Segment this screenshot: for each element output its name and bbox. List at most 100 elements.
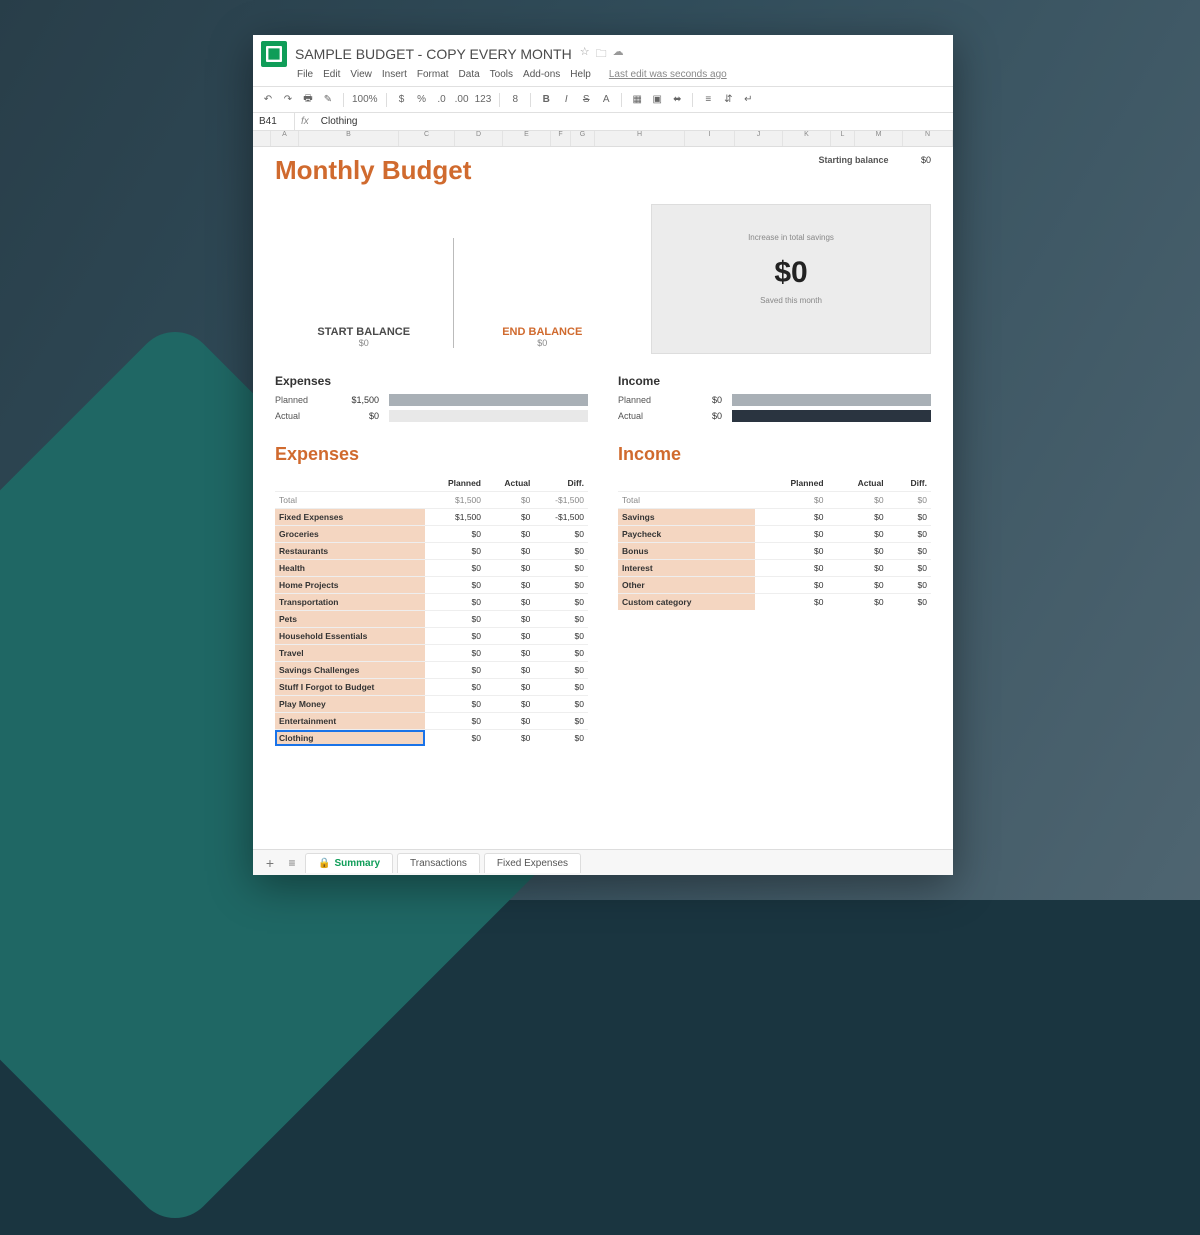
last-edit-note[interactable]: Last edit was seconds ago	[609, 69, 727, 80]
google-sheets-window: SAMPLE BUDGET - COPY EVERY MONTH ☆ 🗀 ☁ F…	[253, 35, 953, 875]
column-headers[interactable]: A B C D E F G H I J K L M N	[253, 131, 953, 147]
balance-summary: START BALANCE $0 END BALANCE $0	[275, 204, 631, 354]
income-bars-heading: Income	[618, 374, 931, 388]
move-icon[interactable]: 🗀	[596, 45, 607, 64]
tab-transactions[interactable]: Transactions	[397, 853, 480, 873]
tab-summary[interactable]: 🔒Summary	[305, 853, 393, 873]
exp-planned-bar	[389, 394, 588, 406]
italic-icon[interactable]: I	[559, 94, 573, 105]
table-row[interactable]: Entertainment$0$0$0	[275, 713, 588, 730]
income-table[interactable]: Planned Actual Diff. Total$0$0$0Savings$…	[618, 475, 931, 610]
table-row[interactable]: Clothing$0$0$0	[275, 730, 588, 747]
table-row[interactable]: Paycheck$0$0$0	[618, 526, 931, 543]
income-table-section: Income Planned Actual Diff. Total$0$0$0S…	[618, 444, 931, 746]
table-row[interactable]: Savings Challenges$0$0$0	[275, 662, 588, 679]
menu-file[interactable]: File	[297, 69, 313, 80]
sheet-content[interactable]: Monthly Budget Starting balance $0 START…	[253, 147, 953, 849]
zoom-select[interactable]: 100%	[352, 94, 378, 105]
table-row[interactable]: Other$0$0$0	[618, 577, 931, 594]
savings-bottom-label: Saved this month	[662, 296, 920, 305]
table-row[interactable]: Interest$0$0$0	[618, 560, 931, 577]
exp-actual-value: $0	[333, 411, 379, 421]
menu-insert[interactable]: Insert	[382, 69, 407, 80]
font-size-select[interactable]: 8	[508, 94, 522, 105]
expenses-table[interactable]: Planned Actual Diff. Total$1,500$0-$1,50…	[275, 475, 588, 746]
table-row[interactable]: Custom category$0$0$0	[618, 594, 931, 611]
exp-planned-value: $1,500	[333, 395, 379, 405]
redo-icon[interactable]: ↷	[281, 94, 295, 105]
end-balance-label: END BALANCE	[462, 326, 624, 338]
expenses-table-section: Expenses Planned Actual Diff. Total$1,50…	[275, 444, 588, 746]
wrap-icon[interactable]: ↵	[741, 94, 755, 105]
table-row[interactable]: Groceries$0$0$0	[275, 526, 588, 543]
percent-icon[interactable]: %	[415, 94, 429, 105]
currency-icon[interactable]: $	[395, 94, 409, 105]
dec-increase-icon[interactable]: .00	[455, 94, 469, 105]
title-bar: SAMPLE BUDGET - COPY EVERY MONTH ☆ 🗀 ☁	[253, 35, 953, 69]
tab-fixed-expenses[interactable]: Fixed Expenses	[484, 853, 581, 873]
add-sheet-icon[interactable]: +	[261, 855, 279, 871]
exp-actual-bar	[389, 410, 588, 422]
table-row[interactable]: Stuff I Forgot to Budget$0$0$0	[275, 679, 588, 696]
menu-tools[interactable]: Tools	[490, 69, 513, 80]
document-title[interactable]: SAMPLE BUDGET - COPY EVERY MONTH	[295, 46, 572, 62]
savings-amount: $0	[662, 256, 920, 290]
lock-icon: 🔒	[318, 858, 330, 869]
sheet-tabs: + ≡ 🔒Summary Transactions Fixed Expenses	[253, 849, 953, 875]
expenses-table-heading: Expenses	[275, 444, 588, 465]
menu-data[interactable]: Data	[459, 69, 480, 80]
savings-top-label: Increase in total savings	[662, 233, 920, 242]
table-row[interactable]: Health$0$0$0	[275, 560, 588, 577]
dec-decrease-icon[interactable]: .0	[435, 94, 449, 105]
fill-color-icon[interactable]: ▦	[630, 94, 644, 105]
table-row[interactable]: Household Essentials$0$0$0	[275, 628, 588, 645]
print-icon[interactable]: 🖶	[301, 91, 315, 108]
table-row[interactable]: Travel$0$0$0	[275, 645, 588, 662]
bold-icon[interactable]: B	[539, 94, 553, 105]
table-row[interactable]: Restaurants$0$0$0	[275, 543, 588, 560]
undo-icon[interactable]: ↶	[261, 94, 275, 105]
star-icon[interactable]: ☆	[580, 45, 590, 64]
table-row[interactable]: Home Projects$0$0$0	[275, 577, 588, 594]
table-row[interactable]: Transportation$0$0$0	[275, 594, 588, 611]
table-row[interactable]: Pets$0$0$0	[275, 611, 588, 628]
formula-input[interactable]: Clothing	[315, 113, 364, 130]
inc-planned-bar	[732, 394, 931, 406]
name-box[interactable]: B41	[253, 113, 295, 130]
table-row[interactable]: Bonus$0$0$0	[618, 543, 931, 560]
starting-balance: Starting balance $0	[818, 155, 931, 165]
table-row[interactable]: Fixed Expenses$1,500$0-$1,500	[275, 509, 588, 526]
num-format-icon[interactable]: 123	[475, 94, 492, 105]
table-row[interactable]: Savings$0$0$0	[618, 509, 931, 526]
menu-addons[interactable]: Add-ons	[523, 69, 560, 80]
menu-bar: File Edit View Insert Format Data Tools …	[253, 69, 953, 86]
inc-actual-bar	[732, 410, 931, 422]
inc-planned-value: $0	[676, 395, 722, 405]
menu-view[interactable]: View	[350, 69, 372, 80]
inc-actual-label: Actual	[618, 411, 666, 421]
merge-icon[interactable]: ⬌	[670, 94, 684, 105]
menu-format[interactable]: Format	[417, 69, 449, 80]
borders-icon[interactable]: ▣	[650, 94, 664, 105]
savings-card: Increase in total savings $0 Saved this …	[651, 204, 931, 354]
valign-icon[interactable]: ⇵	[721, 94, 735, 105]
exp-planned-label: Planned	[275, 395, 323, 405]
expenses-bars-heading: Expenses	[275, 374, 588, 388]
table-row[interactable]: Play Money$0$0$0	[275, 696, 588, 713]
spreadsheet-grid[interactable]: A B C D E F G H I J K L M N Monthly Budg…	[253, 131, 953, 849]
paint-format-icon[interactable]: ✎	[321, 94, 335, 105]
start-balance-value: $0	[283, 338, 445, 348]
expenses-bars: Expenses Planned $1,500 Actual $0	[275, 374, 588, 426]
all-sheets-icon[interactable]: ≡	[283, 856, 301, 870]
inc-planned-label: Planned	[618, 395, 666, 405]
fx-icon: fx	[295, 113, 315, 130]
menu-edit[interactable]: Edit	[323, 69, 340, 80]
halign-icon[interactable]: ≡	[701, 94, 715, 105]
text-color-icon[interactable]: A	[599, 94, 613, 105]
strike-icon[interactable]: S	[579, 94, 593, 105]
exp-actual-label: Actual	[275, 411, 323, 421]
cloud-icon[interactable]: ☁	[613, 45, 624, 64]
menu-help[interactable]: Help	[570, 69, 591, 80]
sheets-logo-icon	[261, 41, 287, 67]
toolbar: ↶ ↷ 🖶 ✎ 100% $ % .0 .00 123 8 B I S A ▦ …	[253, 86, 953, 113]
